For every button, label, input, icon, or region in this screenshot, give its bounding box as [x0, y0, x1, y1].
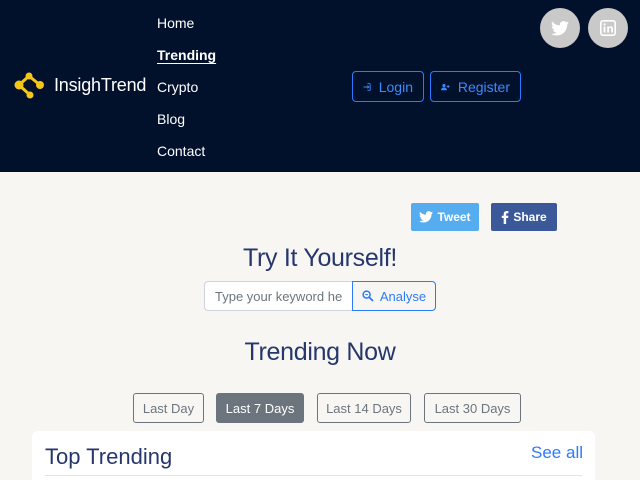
user-plus-icon	[441, 83, 450, 90]
facebook-icon	[502, 210, 509, 224]
top-trending-card: Top Trending See all	[32, 431, 595, 480]
linkedin-link[interactable]	[588, 8, 628, 48]
facebook-share-button[interactable]: Share	[491, 203, 557, 231]
trending-now-heading: Trending Now	[244, 338, 396, 366]
divider	[45, 475, 582, 476]
try-it-heading: Try It Yourself!	[242, 244, 398, 272]
analyse-label: Analyse	[379, 288, 427, 304]
top-navbar: InsighTrend Home Trending Crypto Blog Co…	[0, 0, 640, 172]
brand-name: InsighTrend	[54, 74, 147, 95]
linkedin-icon	[600, 20, 616, 36]
twitter-icon	[419, 211, 434, 223]
login-label: Login	[378, 78, 413, 95]
period-last-30-days-button[interactable]: Last 30 Days	[424, 393, 521, 423]
twitter-link[interactable]	[540, 8, 580, 48]
sign-in-icon	[363, 82, 371, 91]
share-label: Share	[513, 210, 547, 224]
see-all-link[interactable]: See all	[531, 443, 583, 463]
nav-item-home[interactable]: Home	[157, 15, 194, 31]
period-last-7-days-button[interactable]: Last 7 Days	[216, 393, 304, 423]
nav-item-blog[interactable]: Blog	[157, 111, 185, 127]
brand[interactable]: InsighTrend	[14, 70, 146, 100]
tweet-button[interactable]: Tweet	[411, 203, 479, 231]
keyword-search: Analyse	[204, 281, 436, 311]
register-button[interactable]: Register	[430, 71, 521, 102]
period-last-14-days-button[interactable]: Last 14 Days	[317, 393, 411, 423]
logo-icon	[14, 72, 44, 99]
analyse-button[interactable]: Analyse	[352, 281, 436, 311]
keyword-input[interactable]	[204, 281, 352, 311]
twitter-icon	[551, 20, 569, 36]
nav-item-crypto[interactable]: Crypto	[157, 79, 198, 95]
top-trending-title: Top Trending	[45, 444, 173, 469]
nav-item-trending[interactable]: Trending	[157, 47, 216, 63]
nav-item-contact[interactable]: Contact	[157, 143, 205, 159]
tweet-label: Tweet	[437, 210, 471, 224]
register-label: Register	[457, 78, 510, 95]
search-icon	[362, 290, 374, 302]
login-button[interactable]: Login	[352, 71, 424, 102]
period-last-day-button[interactable]: Last Day	[133, 393, 204, 423]
main-nav: Home Trending Crypto Blog Contact	[157, 8, 216, 168]
